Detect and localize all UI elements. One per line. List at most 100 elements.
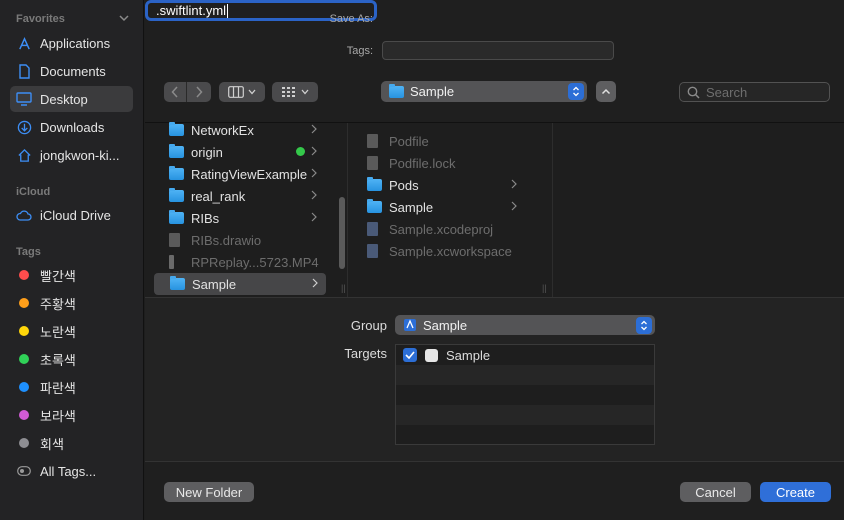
back-button[interactable] [164,82,187,102]
cancel-button[interactable]: Cancel [680,482,751,502]
group-label: Group [350,318,387,333]
table-row[interactable]: Sample [396,345,654,365]
app-target-icon [425,348,438,362]
folder-icon [169,188,184,202]
list-item[interactable]: Sample.xcworkspace [351,240,525,262]
list-item[interactable]: Sample [351,196,525,218]
list-item[interactable]: RatingViewExample [153,163,325,185]
popup-stepper-icon [568,83,584,100]
location-label: Sample [410,84,455,99]
search-input[interactable]: Search [679,82,830,102]
list-item[interactable]: Pods [351,174,525,196]
sidebar-item-label: Desktop [40,91,88,107]
file-icon [367,134,378,148]
sidebar-tag-yellow[interactable]: 노란색 [10,318,133,344]
chevron-up-icon [601,88,611,95]
view-mode-button[interactable] [219,82,265,102]
sidebar-tag-blue[interactable]: 파란색 [10,374,133,400]
group-by-button[interactable] [272,82,318,102]
list-item[interactable]: RIBs.drawio [153,229,325,251]
target-label: Sample [446,347,491,363]
tag-dot-icon [19,354,29,364]
column-divider [347,123,348,297]
sidebar: Favorites Applications Documents Desktop… [0,0,144,520]
checkmark-icon [405,351,415,359]
video-file-icon [169,255,174,269]
forward-button[interactable] [187,82,210,102]
target-checkbox[interactable] [403,348,417,362]
sidebar-item-label: jongkwon-ki... [40,147,120,163]
xcode-workspace-icon [367,244,378,258]
chevron-down-icon[interactable] [118,12,130,24]
sidebar-tag-green[interactable]: 초록색 [10,346,133,372]
search-placeholder: Search [706,84,748,100]
collapse-button[interactable] [596,81,616,102]
icloud-heading: iCloud [16,186,51,198]
folder-icon [169,210,184,224]
sidebar-tag-orange[interactable]: 주황색 [10,290,133,316]
status-dot-icon [296,147,305,156]
sidebar-item-icloud-drive[interactable]: iCloud Drive [10,202,133,228]
sidebar-tag-red[interactable]: 빨간색 [10,262,133,288]
list-item[interactable]: NetworkEx [153,119,325,141]
list-item[interactable]: origin [153,141,325,163]
list-item[interactable]: Sample.xcodeproj [351,218,525,240]
tag-dot-icon [19,298,29,308]
all-tags-icon [16,463,32,479]
column-resizer[interactable]: || [341,283,346,293]
folder-icon [169,122,184,136]
targets-label: Targets [344,346,387,361]
location-popup[interactable]: Sample [381,81,587,102]
list-item[interactable]: RIBs [153,207,325,229]
file-icon [169,233,180,247]
chevron-left-icon [171,86,178,98]
popup-stepper-icon [636,317,652,334]
chevron-right-icon [311,146,317,156]
sidebar-item-home[interactable]: jongkwon-ki... [10,142,133,168]
sidebar-item-label: All Tags... [40,463,97,479]
sidebar-item-label: 빨간색 [40,268,76,284]
chevron-right-icon [312,278,318,288]
chevron-right-icon [311,212,317,222]
list-item[interactable]: RPReplay...5723.MP4 [153,251,325,273]
sidebar-item-desktop[interactable]: Desktop [10,86,133,112]
sidebar-tag-gray[interactable]: 회색 [10,430,133,456]
columns-view-icon [228,86,244,98]
list-item[interactable]: real_rank [153,185,325,207]
sidebar-item-label: Documents [40,63,106,79]
sidebar-tag-purple[interactable]: 보라색 [10,402,133,428]
tag-dot-icon [19,326,29,336]
sidebar-all-tags[interactable]: All Tags... [10,458,133,484]
save-as-label: Save As: [329,13,373,25]
tags-field[interactable] [382,41,614,60]
chevron-down-icon [301,89,309,95]
sidebar-item-label: 회색 [40,436,64,452]
tags-heading: Tags [16,246,41,258]
new-folder-button[interactable]: New Folder [164,482,254,502]
search-icon [687,86,700,99]
sidebar-item-downloads[interactable]: Downloads [10,114,133,140]
scrollbar[interactable] [339,197,345,269]
browser-column-1: NetworkEx origin RatingViewExample real_… [153,122,331,297]
table-row [396,425,654,445]
chevron-right-icon [511,201,517,211]
sidebar-item-applications[interactable]: Applications [10,30,133,56]
sidebar-item-label: 초록색 [40,352,76,368]
column-resizer[interactable]: || [542,283,547,293]
browser-column-2: Podfile Podfile.lock Pods Sample Sample.… [351,123,531,297]
list-item[interactable]: Podfile [351,130,525,152]
applications-icon [16,35,32,51]
save-panel: Save As: .swiftlint.yml Tags: Sample Sea… [145,0,844,520]
list-item[interactable]: Sample [154,273,326,295]
sidebar-item-label: 보라색 [40,408,76,424]
group-popup[interactable]: Sample [395,315,655,335]
sidebar-item-label: Downloads [40,119,105,135]
xcode-project-icon [367,222,378,236]
list-item[interactable]: Podfile.lock [351,152,525,174]
desktop-icon [16,91,32,107]
chevron-right-icon [511,179,517,189]
chevron-right-icon [195,86,203,98]
back-forward-control [164,82,211,102]
create-button[interactable]: Create [760,482,831,502]
sidebar-item-documents[interactable]: Documents [10,58,133,84]
